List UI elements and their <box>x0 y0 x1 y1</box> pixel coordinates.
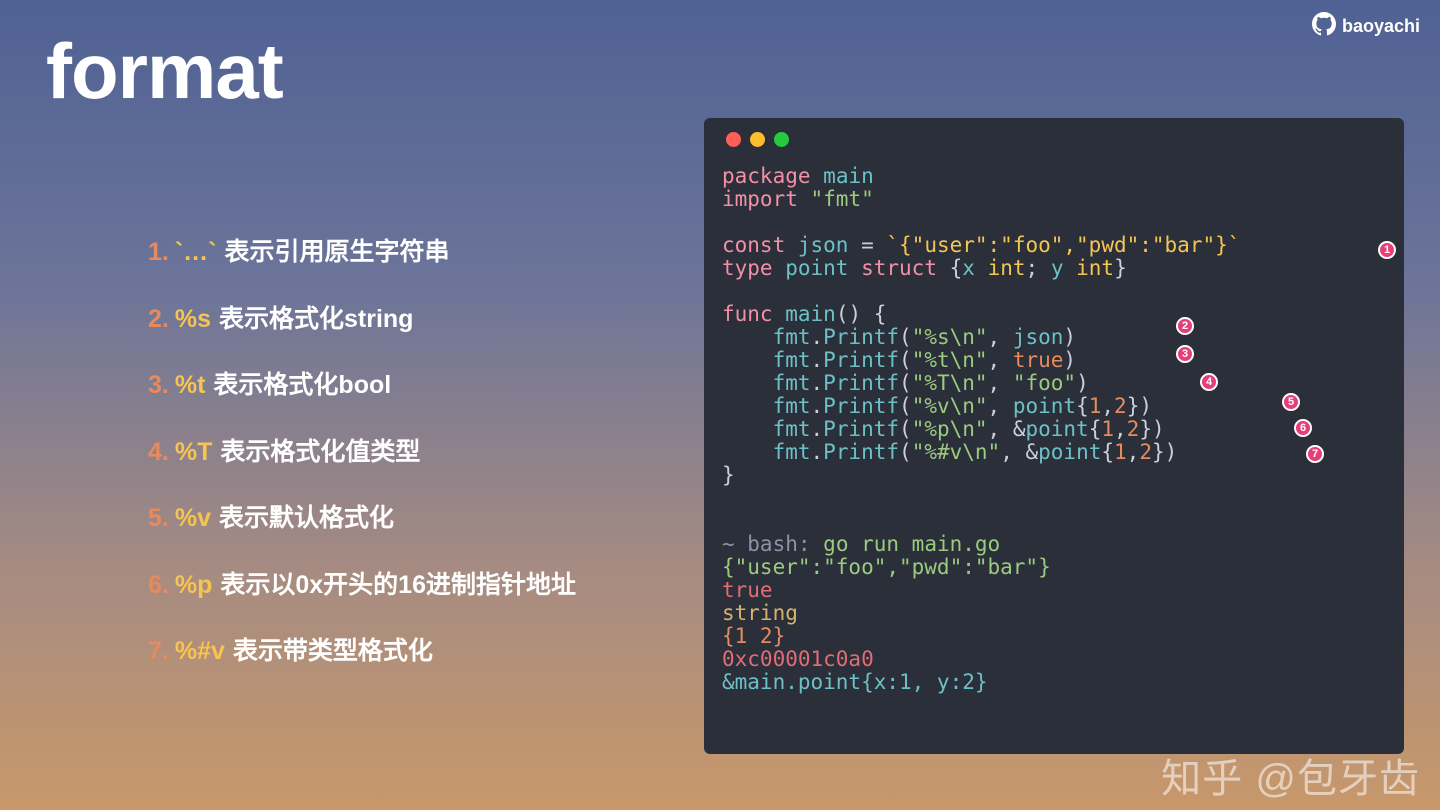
bullet-number: 6. <box>148 569 169 602</box>
bullet-highlight: %s <box>175 303 211 336</box>
bullet-highlight: %T <box>175 436 213 469</box>
bullet-text: 表示格式化bool <box>213 369 391 402</box>
bullet-item: 6.%p表示以0x开头的16进制指针地址 <box>148 569 658 602</box>
github-username: baoyachi <box>1342 16 1420 37</box>
bullet-item: 2.%s表示格式化string <box>148 303 658 336</box>
bullet-number: 5. <box>148 502 169 535</box>
annotation-badge: 7 <box>1306 445 1324 463</box>
bullet-text: 表示格式化值类型 <box>220 436 420 469</box>
annotation-badge: 2 <box>1176 317 1194 335</box>
bullet-highlight: %p <box>175 569 213 602</box>
slide-title: format <box>46 26 283 117</box>
code-content: package main import "fmt" const json = `… <box>722 165 1386 694</box>
bullet-number: 4. <box>148 436 169 469</box>
github-badge: baoyachi <box>1312 12 1420 41</box>
bullet-number: 1. <box>148 236 169 269</box>
bullet-highlight: `…` <box>175 236 217 269</box>
annotation-badge: 5 <box>1282 393 1300 411</box>
bullet-text: 表示格式化string <box>219 303 413 336</box>
annotation-badge: 3 <box>1176 345 1194 363</box>
zoom-icon <box>774 132 789 147</box>
bullet-number: 7. <box>148 635 169 668</box>
bullet-text: 表示引用原生字符串 <box>225 236 450 269</box>
annotation-badge: 4 <box>1200 373 1218 391</box>
bullet-item: 7.%#v表示带类型格式化 <box>148 635 658 668</box>
bullet-item: 5.%v表示默认格式化 <box>148 502 658 535</box>
annotation-badge: 6 <box>1294 419 1312 437</box>
github-icon <box>1312 12 1336 41</box>
window-controls <box>726 132 1386 147</box>
bullet-number: 2. <box>148 303 169 336</box>
bullet-number: 3. <box>148 369 169 402</box>
bullet-list: 1.`…`表示引用原生字符串 2.%s表示格式化string 3.%t表示格式化bo… <box>148 236 658 702</box>
bullet-text: 表示带类型格式化 <box>233 635 433 668</box>
bullet-highlight: %t <box>175 369 206 402</box>
close-icon <box>726 132 741 147</box>
bullet-highlight: %v <box>175 502 211 535</box>
minimize-icon <box>750 132 765 147</box>
bullet-highlight: %#v <box>175 635 225 668</box>
annotation-badge: 1 <box>1378 241 1396 259</box>
bullet-text: 表示以0x开头的16进制指针地址 <box>220 569 576 602</box>
watermark: 知乎 @包牙齿 <box>1161 746 1420 804</box>
bullet-item: 4.%T表示格式化值类型 <box>148 436 658 469</box>
bullet-text: 表示默认格式化 <box>219 502 394 535</box>
code-window: package main import "fmt" const json = `… <box>704 118 1404 754</box>
bullet-item: 3.%t表示格式化bool <box>148 369 658 402</box>
bullet-item: 1.`…`表示引用原生字符串 <box>148 236 658 269</box>
